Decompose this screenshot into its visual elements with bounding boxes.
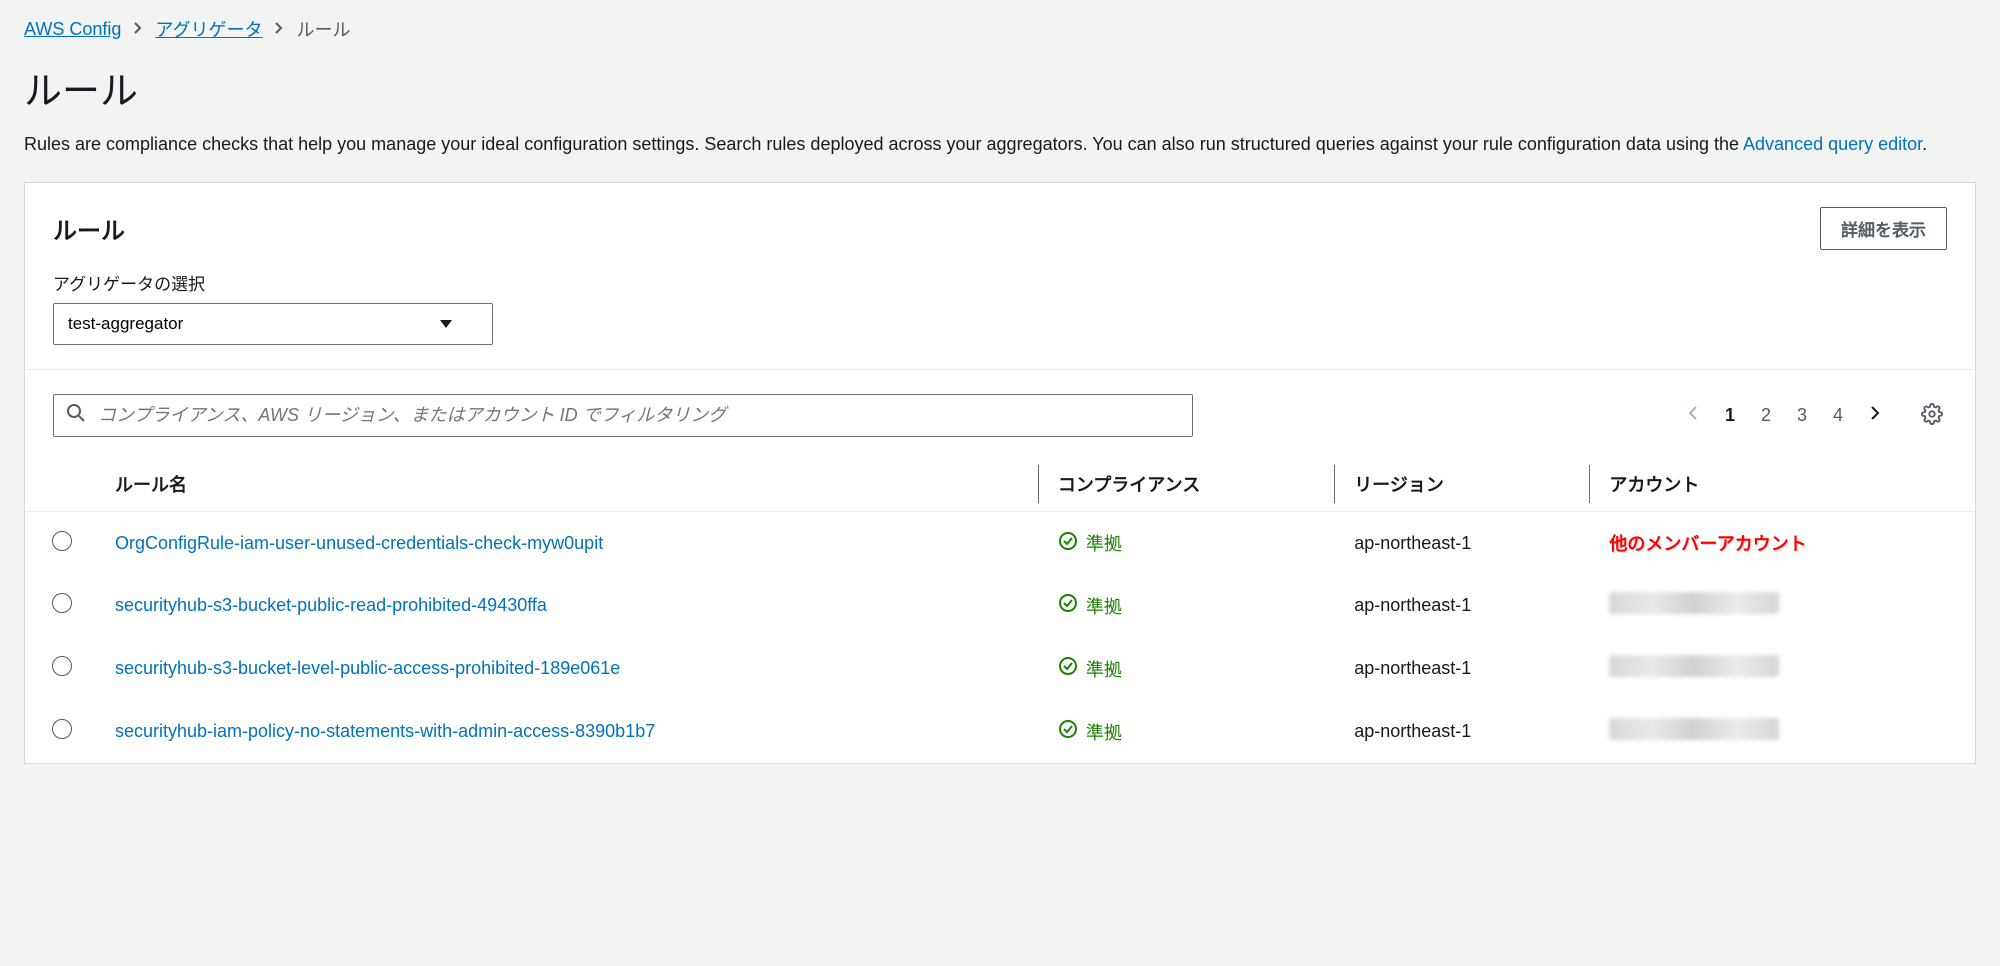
redacted-account bbox=[1609, 655, 1779, 677]
redacted-account bbox=[1609, 718, 1779, 740]
chevron-left-icon bbox=[1687, 406, 1699, 426]
row-radio[interactable] bbox=[52, 656, 72, 676]
region-cell: ap-northeast-1 bbox=[1334, 574, 1589, 637]
rules-panel: ルール 詳細を表示 アグリゲータの選択 test-aggregator 1 bbox=[24, 182, 1976, 764]
table-row: securityhub-s3-bucket-level-public-acces… bbox=[25, 637, 1975, 700]
pagination-page-4[interactable]: 4 bbox=[1831, 403, 1845, 428]
page-description: Rules are compliance checks that help yo… bbox=[24, 131, 1976, 158]
pagination-page-1[interactable]: 1 bbox=[1723, 403, 1737, 428]
pagination-page-3[interactable]: 3 bbox=[1795, 403, 1809, 428]
col-region[interactable]: リージョン bbox=[1334, 457, 1589, 512]
rule-link[interactable]: securityhub-s3-bucket-public-read-prohib… bbox=[115, 595, 547, 615]
aggregator-filter: アグリゲータの選択 test-aggregator bbox=[25, 270, 1975, 370]
gear-icon bbox=[1921, 413, 1943, 428]
col-rule-name[interactable]: ルール名 bbox=[95, 457, 1038, 512]
row-radio[interactable] bbox=[52, 593, 72, 613]
chevron-right-icon bbox=[133, 19, 143, 40]
page-title: ルール bbox=[24, 60, 1976, 115]
panel-header: ルール 詳細を表示 bbox=[25, 183, 1975, 270]
compliance-status: 準拠 bbox=[1058, 530, 1122, 556]
account-cell bbox=[1589, 700, 1975, 763]
redacted-account bbox=[1609, 592, 1779, 614]
region-cell: ap-northeast-1 bbox=[1334, 637, 1589, 700]
compliance-status: 準拠 bbox=[1058, 593, 1122, 619]
region-cell: ap-northeast-1 bbox=[1334, 700, 1589, 763]
pagination: 1 2 3 4 bbox=[1685, 399, 1947, 432]
account-cell bbox=[1589, 637, 1975, 700]
table-row: OrgConfigRule-iam-user-unused-credential… bbox=[25, 512, 1975, 575]
breadcrumb-current: ルール bbox=[296, 16, 350, 42]
region-cell: ap-northeast-1 bbox=[1334, 512, 1589, 575]
breadcrumb-root[interactable]: AWS Config bbox=[24, 19, 121, 40]
panel-title: ルール bbox=[53, 211, 125, 246]
col-compliance[interactable]: コンプライアンス bbox=[1038, 457, 1334, 512]
breadcrumb: AWS Config アグリゲータ ルール bbox=[24, 16, 1976, 42]
breadcrumb-aggregator[interactable]: アグリゲータ bbox=[155, 16, 262, 42]
search-icon bbox=[66, 403, 98, 428]
table-header-row: ルール名 コンプライアンス リージョン アカウント bbox=[25, 457, 1975, 512]
aggregator-select-label: アグリゲータの選択 bbox=[53, 270, 1947, 295]
rule-link[interactable]: securityhub-iam-policy-no-statements-wit… bbox=[115, 721, 655, 741]
check-circle-icon bbox=[1058, 531, 1078, 556]
rules-table: ルール名 コンプライアンス リージョン アカウント OrgConfigRule-… bbox=[25, 457, 1975, 763]
pagination-next[interactable] bbox=[1867, 402, 1883, 429]
compliance-status: 準拠 bbox=[1058, 656, 1122, 682]
check-circle-icon bbox=[1058, 593, 1078, 618]
caret-down-icon bbox=[440, 320, 452, 328]
table-toolbar: 1 2 3 4 bbox=[25, 370, 1975, 457]
account-cell bbox=[1589, 574, 1975, 637]
aggregator-select-value: test-aggregator bbox=[68, 314, 183, 334]
compliance-status: 準拠 bbox=[1058, 719, 1122, 745]
chevron-right-icon bbox=[1869, 406, 1881, 426]
table-settings-button[interactable] bbox=[1917, 399, 1947, 432]
row-radio[interactable] bbox=[52, 719, 72, 739]
pagination-page-2[interactable]: 2 bbox=[1759, 403, 1773, 428]
col-account[interactable]: アカウント bbox=[1589, 457, 1975, 512]
aggregator-select[interactable]: test-aggregator bbox=[53, 303, 493, 345]
pagination-prev[interactable] bbox=[1685, 402, 1701, 429]
row-radio[interactable] bbox=[52, 531, 72, 551]
table-row: securityhub-iam-policy-no-statements-wit… bbox=[25, 700, 1975, 763]
table-row: securityhub-s3-bucket-public-read-prohib… bbox=[25, 574, 1975, 637]
check-circle-icon bbox=[1058, 719, 1078, 744]
account-cell: 他のメンバーアカウント bbox=[1589, 512, 1975, 575]
search-input[interactable] bbox=[98, 405, 1180, 426]
rule-link[interactable]: OrgConfigRule-iam-user-unused-credential… bbox=[115, 533, 603, 553]
rule-link[interactable]: securityhub-s3-bucket-level-public-acces… bbox=[115, 658, 620, 678]
view-details-button[interactable]: 詳細を表示 bbox=[1820, 207, 1947, 250]
search-field-wrapper[interactable] bbox=[53, 394, 1193, 437]
check-circle-icon bbox=[1058, 656, 1078, 681]
advanced-query-editor-link[interactable]: Advanced query editor bbox=[1743, 134, 1922, 154]
chevron-right-icon bbox=[274, 19, 284, 40]
